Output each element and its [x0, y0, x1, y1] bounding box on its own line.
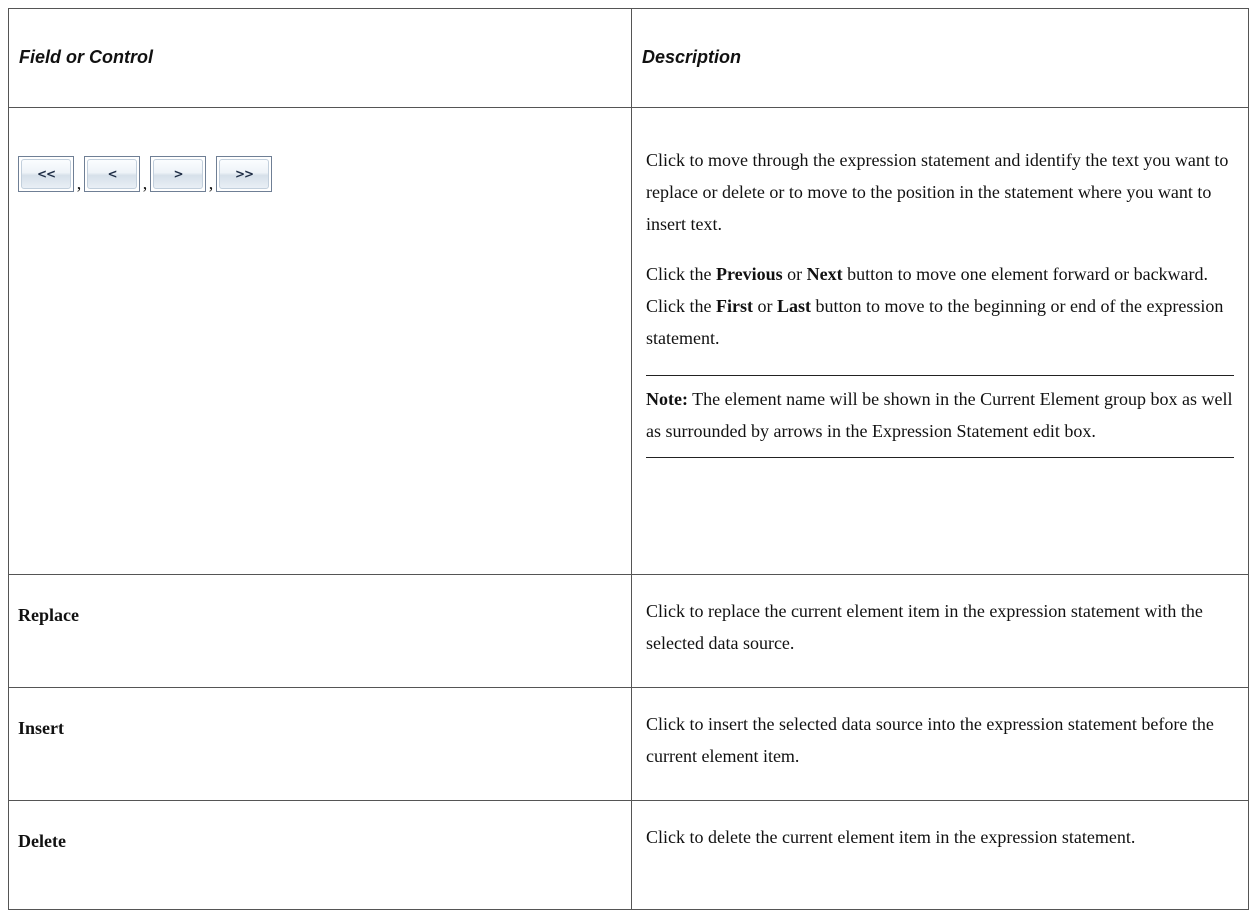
column-header-field-or-control: Field or Control	[8, 8, 632, 108]
description-block: Click to insert the selected data source…	[632, 708, 1248, 772]
description-cell-insert: Click to insert the selected data source…	[631, 687, 1249, 802]
field-cell-delete: Delete	[8, 800, 632, 910]
field-cell-replace: Replace	[8, 574, 632, 689]
description-cell-replace: Click to replace the current element ite…	[631, 574, 1249, 689]
last-button[interactable]: >>	[216, 155, 272, 192]
text-run: Click the	[646, 263, 716, 284]
text-run: or	[782, 263, 807, 284]
description-paragraph-buttons: Click the Previous or Next button to mov…	[646, 258, 1234, 354]
double-chevron-right-icon: >>	[219, 158, 269, 189]
chevron-left-icon: <	[87, 158, 137, 189]
table-row-delete: Delete Click to delete the current eleme…	[8, 800, 1249, 910]
field-description-table: Field or Control Description << , < , > …	[8, 8, 1249, 910]
separator-comma: ,	[76, 172, 82, 193]
separator-comma: ,	[208, 172, 214, 193]
bold-term-first: First	[716, 295, 753, 316]
navigation-description-cell: Click to move through the expression sta…	[631, 106, 1249, 576]
separator-comma: ,	[142, 172, 148, 193]
previous-button[interactable]: <	[84, 155, 140, 192]
note-paragraph: Note: The element name will be shown in …	[646, 383, 1234, 447]
field-label-delete: Delete	[18, 831, 66, 852]
field-label-replace: Replace	[18, 605, 79, 626]
bold-term-previous: Previous	[716, 263, 783, 284]
field-label-insert: Insert	[18, 718, 64, 739]
next-button[interactable]: >	[150, 155, 206, 192]
column-header-description: Description	[631, 8, 1249, 108]
double-chevron-left-icon: <<	[21, 158, 71, 189]
chevron-right-icon: >	[153, 158, 203, 189]
description-insert: Click to insert the selected data source…	[646, 714, 1214, 767]
description-cell-delete: Click to delete the current element item…	[631, 800, 1249, 910]
description-block: Click to replace the current element ite…	[632, 595, 1248, 659]
table-row-insert: Insert Click to insert the selected data…	[8, 687, 1249, 802]
table-header-row: Field or Control Description	[8, 8, 1249, 108]
text-run: or	[752, 295, 777, 316]
description-replace: Click to replace the current element ite…	[646, 601, 1203, 654]
navigation-description: Click to move through the expression sta…	[632, 144, 1248, 458]
bold-term-last: Last	[776, 295, 811, 316]
note-text: The element name will be shown in the Cu…	[646, 388, 1233, 441]
table-row-replace: Replace Click to replace the current ele…	[8, 574, 1249, 689]
table-row-navigation: << , < , > , >> Click to move through th…	[8, 106, 1249, 576]
note-box: Note: The element name will be shown in …	[646, 374, 1234, 458]
navigation-buttons-cell: << , < , > , >>	[8, 106, 632, 576]
description-block: Click to delete the current element item…	[632, 821, 1248, 853]
description-delete: Click to delete the current element item…	[646, 827, 1136, 848]
description-paragraph: Click to move through the expression sta…	[646, 149, 1229, 234]
navigation-button-group: << , < , > , >>	[9, 108, 631, 192]
first-button[interactable]: <<	[18, 155, 74, 192]
bold-term-next: Next	[806, 263, 843, 284]
note-label: Note:	[646, 388, 688, 409]
field-cell-insert: Insert	[8, 687, 632, 802]
